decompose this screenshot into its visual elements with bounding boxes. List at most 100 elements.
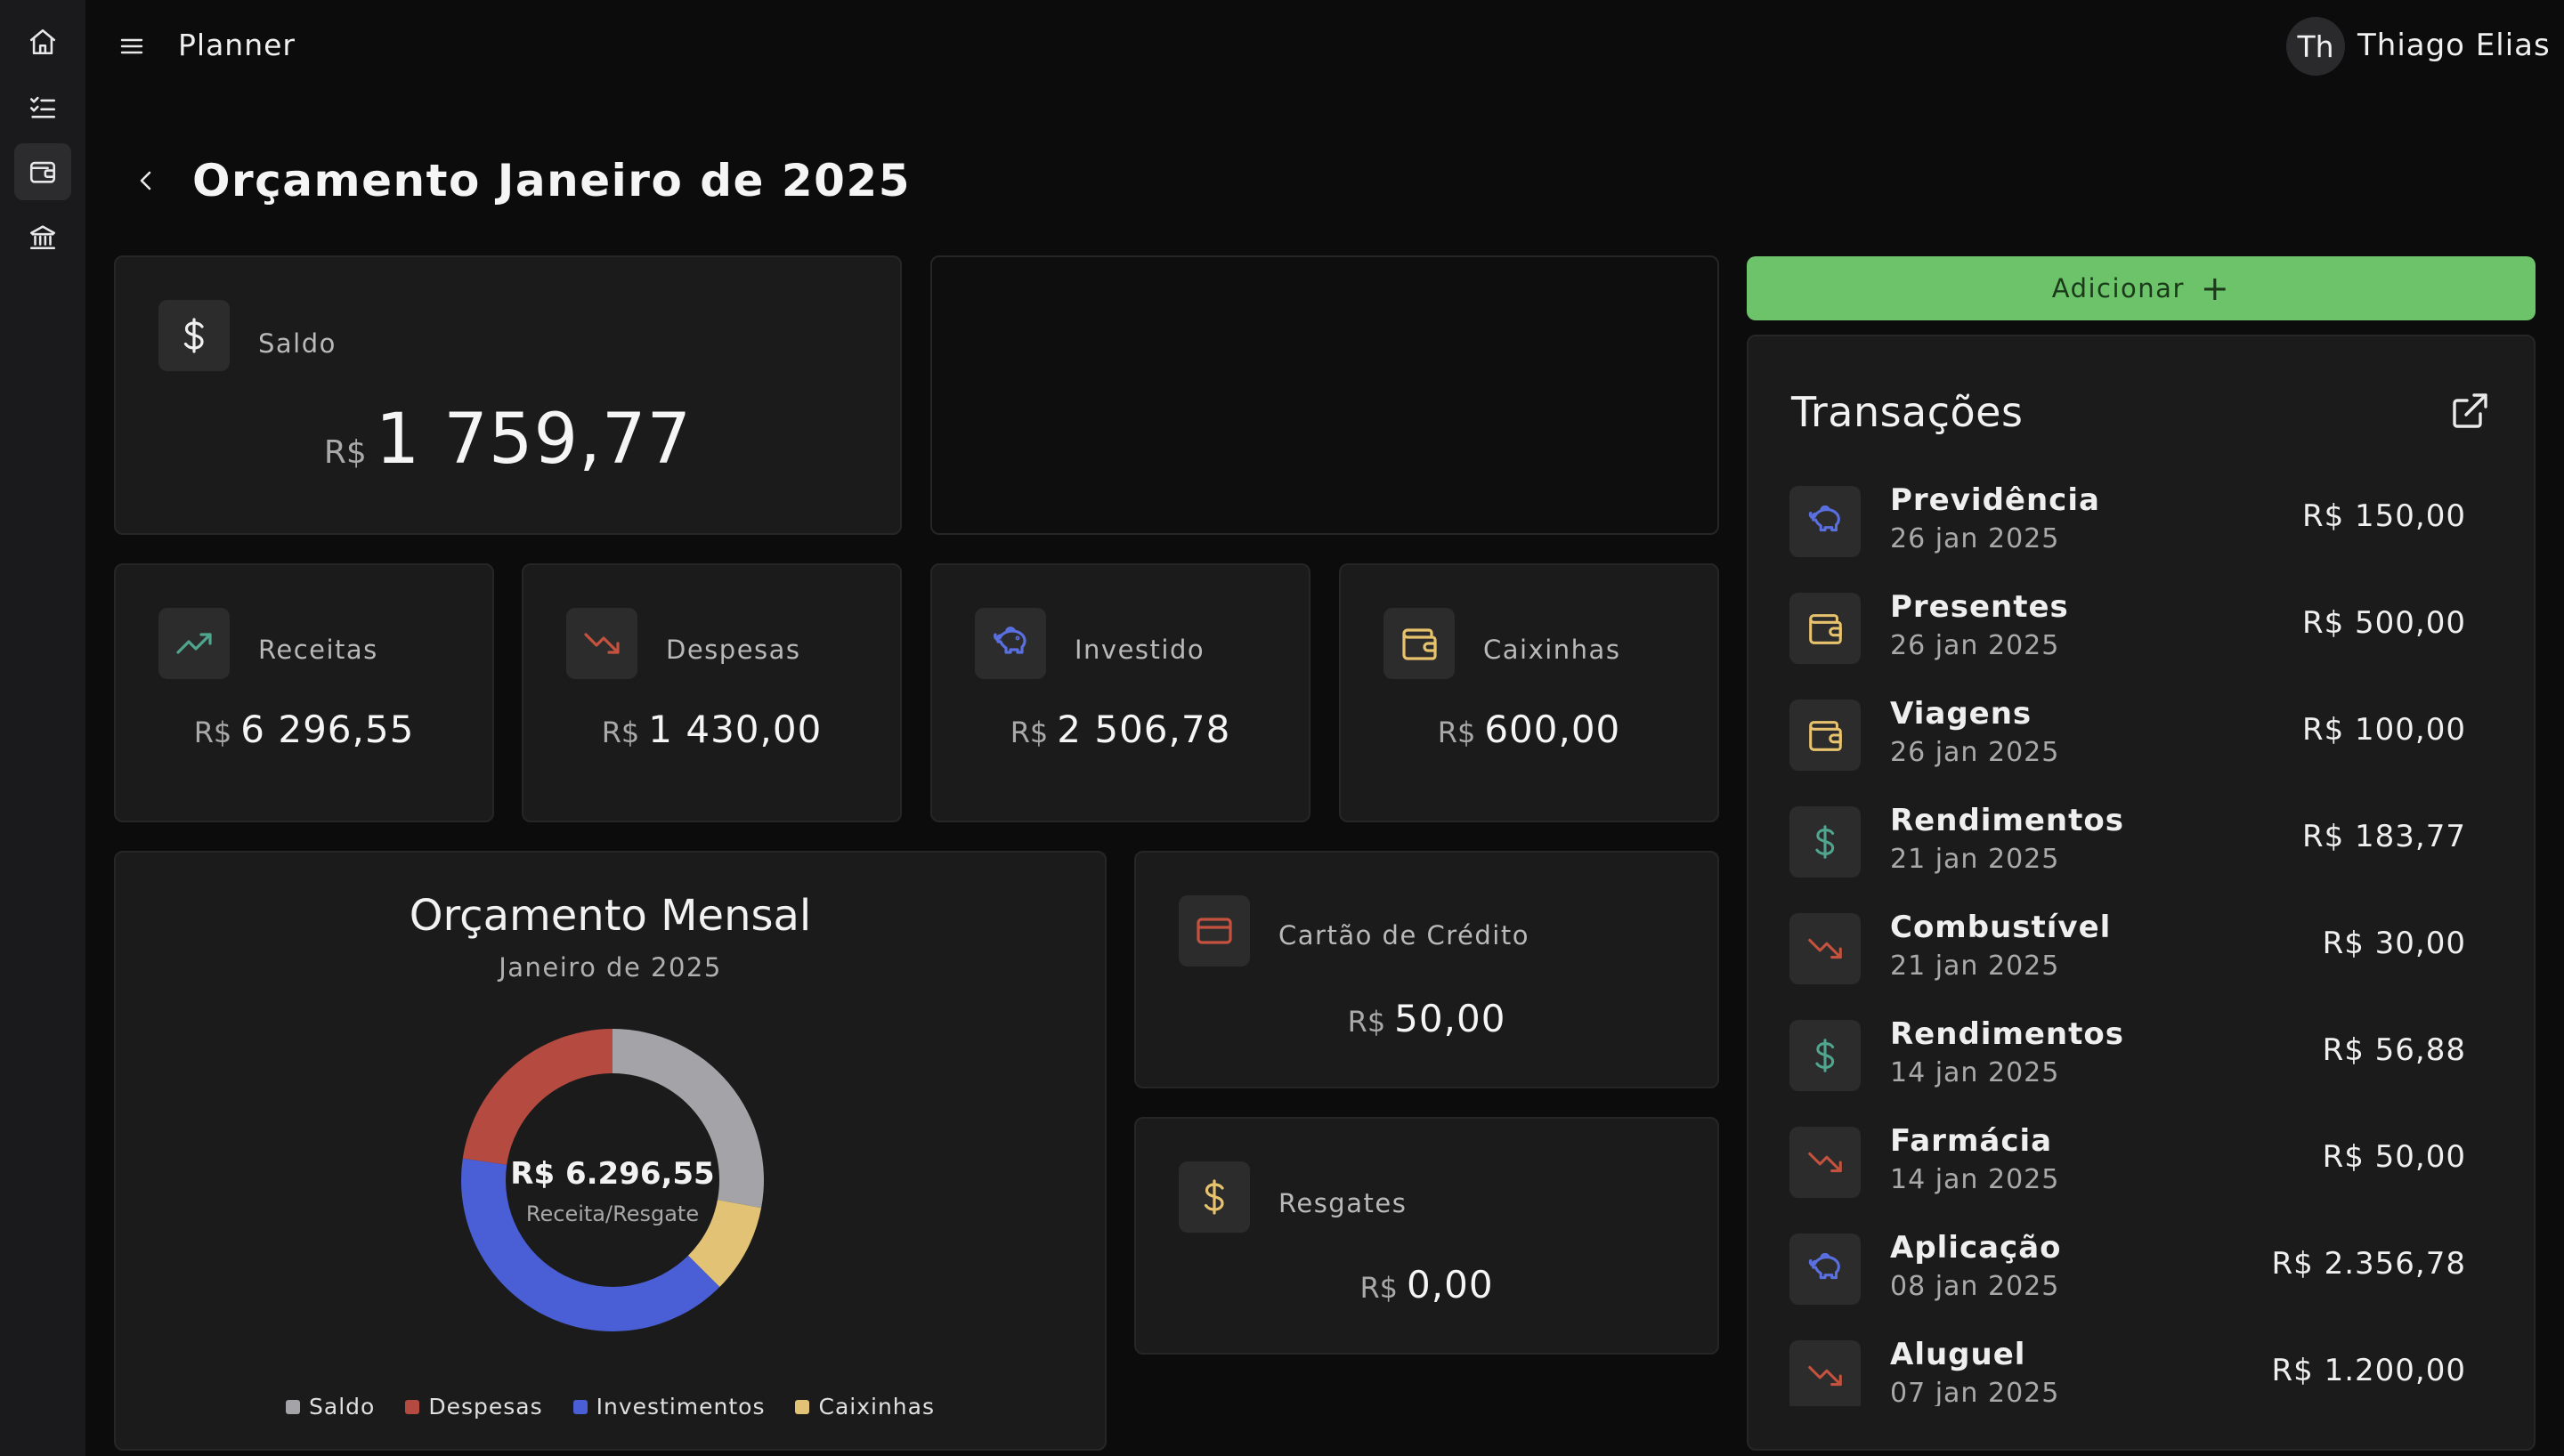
transaction-row[interactable]: Previdência 26 jan 2025 R$ 150,00 <box>1789 482 2466 580</box>
trending-down-icon <box>1808 938 1842 959</box>
tx-name: Viagens <box>1890 696 2033 732</box>
investido-currency: R$ <box>1010 716 1049 749</box>
tx-amount: R$ 100,00 <box>2301 712 2466 748</box>
menu-button[interactable] <box>117 31 147 65</box>
tx-date: 26 jan 2025 <box>1890 523 2060 554</box>
saldo-amount: R$ 1 759,77 <box>116 400 900 480</box>
credit-card-icon <box>1197 918 1232 944</box>
bank-icon <box>29 225 56 250</box>
app-title: Planner <box>178 28 296 62</box>
transaction-row[interactable]: Rendimentos 21 jan 2025 R$ 183,77 <box>1789 803 2466 901</box>
resgates-amount: R$ 0,00 <box>1136 1263 1717 1306</box>
despesas-currency: R$ <box>601 716 640 749</box>
resgates-currency: R$ <box>1359 1271 1399 1305</box>
legend-item-caixinhas[interactable]: Caixinhas <box>795 1394 935 1420</box>
transaction-row[interactable]: Aluguel 07 jan 2025 R$ 1.200,00 <box>1789 1337 2466 1406</box>
chart-card: Orçamento Mensal Janeiro de 2025 R$ 6.29… <box>114 851 1107 1451</box>
legend-swatch <box>795 1399 810 1414</box>
tx-amount: R$ 2.356,78 <box>2271 1246 2466 1282</box>
tx-name: Rendimentos <box>1890 803 2124 838</box>
resgates-label: Resgates <box>1278 1188 1408 1218</box>
legend-label: Investimentos <box>596 1394 766 1420</box>
sidebar-item-home[interactable] <box>14 13 71 70</box>
tx-date: 21 jan 2025 <box>1890 844 2060 875</box>
stat-card-investido: Investido R$ 2 506,78 <box>930 563 1310 822</box>
checklist-icon <box>29 96 56 118</box>
legend-label: Caixinhas <box>818 1394 935 1420</box>
back-button[interactable] <box>132 166 160 198</box>
despesas-value: 1 430,00 <box>648 708 823 751</box>
tx-icon-tile <box>1789 1127 1861 1198</box>
donut-chart: R$ 6.296,55 Receita/Resgate <box>461 1029 764 1331</box>
sidebar <box>0 0 85 1456</box>
tx-date: 07 jan 2025 <box>1890 1378 2060 1406</box>
user-name[interactable]: Thiago Elias <box>2357 28 2551 63</box>
external-link-icon <box>2453 393 2487 428</box>
tx-date: 08 jan 2025 <box>1890 1271 2060 1302</box>
tx-amount: R$ 183,77 <box>2301 819 2466 854</box>
investido-icon-tile <box>975 608 1046 679</box>
empty-panel <box>930 255 1719 535</box>
chart-title: Orçamento Mensal <box>409 891 812 941</box>
saldo-label: Saldo <box>258 328 337 359</box>
transaction-row[interactable]: Aplicação 08 jan 2025 R$ 2.356,78 <box>1789 1230 2466 1328</box>
tx-icon-tile <box>1789 593 1861 664</box>
saldo-currency: R$ <box>323 434 367 471</box>
stat-card-receitas: Receitas R$ 6 296,55 <box>114 563 494 822</box>
legend-item-despesas[interactable]: Despesas <box>405 1394 542 1420</box>
piggy-bank-icon <box>1808 505 1840 532</box>
piggy-bank-icon <box>994 627 1026 654</box>
caixinhas-amount: R$ 600,00 <box>1341 708 1717 751</box>
tx-icon-tile <box>1789 486 1861 557</box>
investido-amount: R$ 2 506,78 <box>932 708 1309 751</box>
plus-icon: + <box>2200 269 2231 308</box>
tx-name: Rendimentos <box>1890 1016 2124 1052</box>
receitas-amount: R$ 6 296,55 <box>116 708 492 751</box>
tx-amount: R$ 1.200,00 <box>2271 1353 2466 1388</box>
dollar-icon <box>1815 1039 1835 1072</box>
receitas-currency: R$ <box>193 716 232 749</box>
transactions-title: Transações <box>1791 388 2024 436</box>
stat-card-caixinhas: Caixinhas R$ 600,00 <box>1339 563 1719 822</box>
tx-icon-tile <box>1789 1234 1861 1305</box>
avatar[interactable]: Th <box>2286 17 2345 76</box>
chart-subtitle: Janeiro de 2025 <box>499 952 722 983</box>
tx-date: 26 jan 2025 <box>1890 630 2060 661</box>
receitas-value: 6 296,55 <box>240 708 415 751</box>
legend-label: Despesas <box>428 1394 543 1420</box>
transaction-row[interactable]: Combustível 21 jan 2025 R$ 30,00 <box>1789 910 2466 1007</box>
despesas-label: Despesas <box>666 635 801 665</box>
legend-label: Saldo <box>309 1394 376 1420</box>
transaction-row[interactable]: Viagens 26 jan 2025 R$ 100,00 <box>1789 696 2466 794</box>
saldo-icon-tile <box>158 300 230 371</box>
home-icon <box>29 28 56 55</box>
sidebar-item-checklist[interactable] <box>14 78 71 135</box>
sidebar-item-bank[interactable] <box>14 208 71 265</box>
donut-center-value: R$ 6.296,55 <box>510 1156 714 1192</box>
tx-name: Previdência <box>1890 482 2100 518</box>
transaction-row[interactable]: Farmácia 14 jan 2025 R$ 50,00 <box>1789 1123 2466 1221</box>
donut-slice-despesas[interactable] <box>462 1029 613 1165</box>
legend-item-investimentos[interactable]: Investimentos <box>572 1394 766 1420</box>
tx-date: 14 jan 2025 <box>1890 1164 2060 1195</box>
tx-amount: R$ 150,00 <box>2301 498 2466 534</box>
trending-down-icon <box>1808 1365 1842 1387</box>
tx-date: 14 jan 2025 <box>1890 1057 2060 1088</box>
transaction-row[interactable]: Presentes 26 jan 2025 R$ 500,00 <box>1789 589 2466 687</box>
despesas-amount: R$ 1 430,00 <box>523 708 900 751</box>
open-external-button[interactable] <box>2448 390 2491 436</box>
receitas-label: Receitas <box>258 635 378 665</box>
stat-card-despesas: Despesas R$ 1 430,00 <box>522 563 902 822</box>
transaction-row[interactable]: Rendimentos 14 jan 2025 R$ 56,88 <box>1789 1016 2466 1114</box>
cartao-amount: R$ 50,00 <box>1136 997 1717 1040</box>
tx-icon-tile <box>1789 700 1861 771</box>
legend-swatch <box>572 1399 588 1414</box>
tx-name: Farmácia <box>1890 1123 2053 1159</box>
sidebar-item-budget[interactable] <box>14 143 71 200</box>
tx-amount: R$ 500,00 <box>2301 605 2466 641</box>
add-button-label: Adicionar <box>2051 273 2185 303</box>
tx-icon-tile <box>1789 806 1861 878</box>
resgates-card: Resgates R$ 0,00 <box>1134 1117 1719 1355</box>
add-button[interactable]: Adicionar + <box>1747 256 2536 320</box>
legend-item-saldo[interactable]: Saldo <box>286 1394 375 1420</box>
